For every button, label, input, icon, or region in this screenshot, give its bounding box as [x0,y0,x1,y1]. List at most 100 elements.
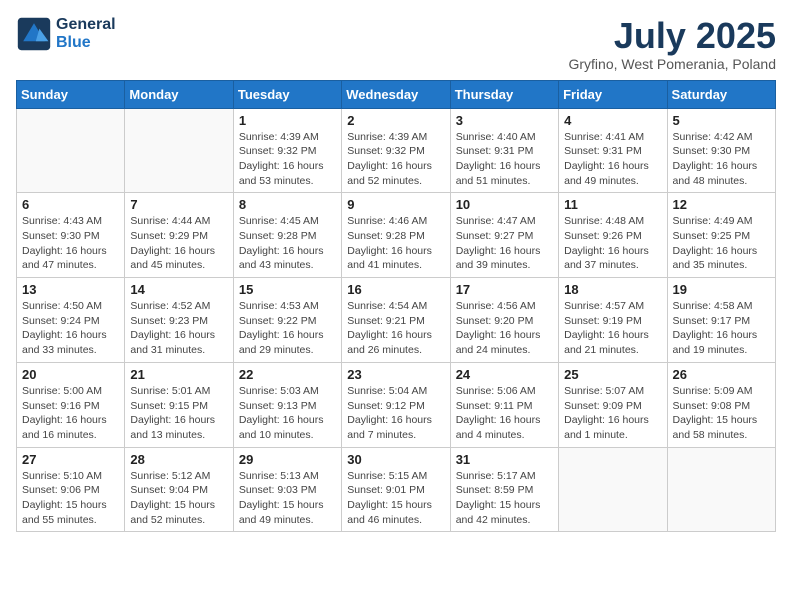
calendar-cell: 8Sunrise: 4:45 AM Sunset: 9:28 PM Daylig… [233,193,341,278]
logo-text: General Blue [56,16,116,52]
day-number: 18 [564,282,661,297]
day-number: 23 [347,367,444,382]
day-number: 8 [239,197,336,212]
calendar-cell [667,447,775,532]
calendar-cell: 13 Sunrise: 4:50 AM Sunset: 9:24 PM Dayli… [17,278,125,363]
day-number: 13 [22,282,119,297]
day-info: Sunrise: 5:04 AM Sunset: 9:12 PM Dayligh… [347,384,444,443]
day-info: Sunrise: 4:40 AM Sunset: 9:31 PM Dayligh… [456,130,553,189]
day-number: 12 [673,197,770,212]
calendar-cell: 23 Sunrise: 5:04 AM Sunset: 9:12 PM Dayli… [342,362,450,447]
calendar-cell [125,108,233,193]
calendar-cell: 11 Sunrise: 4:48 AM Sunset: 9:26 PM Dayli… [559,193,667,278]
day-info: Sunrise: 4:43 AM Sunset: 9:30 PM Dayligh… [22,214,119,273]
day-number: 21 [130,367,227,382]
calendar-cell: 31 Sunrise: 5:17 AM Sunset: 8:59 PM Dayli… [450,447,558,532]
day-info: Sunrise: 5:10 AM Sunset: 9:06 PM Dayligh… [22,469,119,528]
calendar-cell: 12 Sunrise: 4:49 AM Sunset: 9:25 PM Dayli… [667,193,775,278]
day-header: Tuesday [233,80,341,108]
calendar-cell: 17 Sunrise: 4:56 AM Sunset: 9:20 PM Dayli… [450,278,558,363]
day-header: Wednesday [342,80,450,108]
day-number: 29 [239,452,336,467]
calendar-cell [17,108,125,193]
day-info: Sunrise: 4:54 AM Sunset: 9:21 PM Dayligh… [347,299,444,358]
calendar-cell: 26Sunrise: 5:09 AM Sunset: 9:08 PM Dayli… [667,362,775,447]
day-number: 11 [564,197,661,212]
calendar-week-row: 6 Sunrise: 4:43 AM Sunset: 9:30 PM Daylig… [17,193,776,278]
location-subtitle: Gryfino, West Pomerania, Poland [568,56,776,72]
day-info: Sunrise: 4:56 AM Sunset: 9:20 PM Dayligh… [456,299,553,358]
day-info: Sunrise: 5:09 AM Sunset: 9:08 PM Dayligh… [673,384,770,443]
calendar-cell: 16 Sunrise: 4:54 AM Sunset: 9:21 PM Dayli… [342,278,450,363]
calendar-cell: 3 Sunrise: 4:40 AM Sunset: 9:31 PM Daylig… [450,108,558,193]
day-number: 15 [239,282,336,297]
calendar-cell: 22 Sunrise: 5:03 AM Sunset: 9:13 PM Dayli… [233,362,341,447]
title-block: July 2025 Gryfino, West Pomerania, Polan… [568,16,776,72]
calendar-table: SundayMondayTuesdayWednesdayThursdayFrid… [16,80,776,533]
day-info: Sunrise: 4:47 AM Sunset: 9:27 PM Dayligh… [456,214,553,273]
day-number: 16 [347,282,444,297]
day-info: Sunrise: 4:48 AM Sunset: 9:26 PM Dayligh… [564,214,661,273]
day-number: 22 [239,367,336,382]
day-info: Sunrise: 5:03 AM Sunset: 9:13 PM Dayligh… [239,384,336,443]
day-number: 3 [456,113,553,128]
calendar-cell: 15 Sunrise: 4:53 AM Sunset: 9:22 PM Dayli… [233,278,341,363]
day-number: 6 [22,197,119,212]
day-info: Sunrise: 5:00 AM Sunset: 9:16 PM Dayligh… [22,384,119,443]
day-number: 28 [130,452,227,467]
day-number: 19 [673,282,770,297]
calendar-cell: 27 Sunrise: 5:10 AM Sunset: 9:06 PM Dayli… [17,447,125,532]
day-info: Sunrise: 4:58 AM Sunset: 9:17 PM Dayligh… [673,299,770,358]
day-info: Sunrise: 4:52 AM Sunset: 9:23 PM Dayligh… [130,299,227,358]
day-number: 4 [564,113,661,128]
day-number: 31 [456,452,553,467]
day-header: Saturday [667,80,775,108]
day-info: Sunrise: 5:07 AM Sunset: 9:09 PM Dayligh… [564,384,661,443]
calendar-cell: 24 Sunrise: 5:06 AM Sunset: 9:11 PM Dayli… [450,362,558,447]
calendar-cell: 30Sunrise: 5:15 AM Sunset: 9:01 PM Dayli… [342,447,450,532]
calendar-cell: 1 Sunrise: 4:39 AM Sunset: 9:32 PM Daylig… [233,108,341,193]
day-info: Sunrise: 4:57 AM Sunset: 9:19 PM Dayligh… [564,299,661,358]
day-info: Sunrise: 4:41 AM Sunset: 9:31 PM Dayligh… [564,130,661,189]
day-number: 17 [456,282,553,297]
day-info: Sunrise: 5:06 AM Sunset: 9:11 PM Dayligh… [456,384,553,443]
logo: General Blue [16,16,116,52]
day-info: Sunrise: 5:12 AM Sunset: 9:04 PM Dayligh… [130,469,227,528]
day-number: 10 [456,197,553,212]
calendar-cell: 20 Sunrise: 5:00 AM Sunset: 9:16 PM Dayli… [17,362,125,447]
day-number: 9 [347,197,444,212]
day-info: Sunrise: 4:46 AM Sunset: 9:28 PM Dayligh… [347,214,444,273]
day-info: Sunrise: 5:17 AM Sunset: 8:59 PM Dayligh… [456,469,553,528]
calendar-cell: 19 Sunrise: 4:58 AM Sunset: 9:17 PM Dayli… [667,278,775,363]
day-number: 2 [347,113,444,128]
day-info: Sunrise: 5:13 AM Sunset: 9:03 PM Dayligh… [239,469,336,528]
day-number: 30 [347,452,444,467]
calendar-header-row: SundayMondayTuesdayWednesdayThursdayFrid… [17,80,776,108]
calendar-week-row: 1 Sunrise: 4:39 AM Sunset: 9:32 PM Daylig… [17,108,776,193]
day-number: 20 [22,367,119,382]
day-number: 27 [22,452,119,467]
day-number: 24 [456,367,553,382]
day-info: Sunrise: 4:53 AM Sunset: 9:22 PM Dayligh… [239,299,336,358]
day-info: Sunrise: 4:42 AM Sunset: 9:30 PM Dayligh… [673,130,770,189]
month-title: July 2025 [568,16,776,56]
calendar-cell: 10 Sunrise: 4:47 AM Sunset: 9:27 PM Dayli… [450,193,558,278]
day-number: 1 [239,113,336,128]
calendar-cell: 28 Sunrise: 5:12 AM Sunset: 9:04 PM Dayli… [125,447,233,532]
calendar-cell: 29 Sunrise: 5:13 AM Sunset: 9:03 PM Dayli… [233,447,341,532]
day-number: 25 [564,367,661,382]
day-number: 5 [673,113,770,128]
day-info: Sunrise: 4:49 AM Sunset: 9:25 PM Dayligh… [673,214,770,273]
calendar-cell: 9 Sunrise: 4:46 AM Sunset: 9:28 PM Daylig… [342,193,450,278]
day-number: 14 [130,282,227,297]
day-info: Sunrise: 4:39 AM Sunset: 9:32 PM Dayligh… [239,130,336,189]
calendar-cell: 25 Sunrise: 5:07 AM Sunset: 9:09 PM Dayli… [559,362,667,447]
calendar-week-row: 27 Sunrise: 5:10 AM Sunset: 9:06 PM Dayli… [17,447,776,532]
calendar-cell: 7Sunrise: 4:44 AM Sunset: 9:29 PM Daylig… [125,193,233,278]
calendar-week-row: 13 Sunrise: 4:50 AM Sunset: 9:24 PM Dayli… [17,278,776,363]
calendar-cell: 6 Sunrise: 4:43 AM Sunset: 9:30 PM Daylig… [17,193,125,278]
day-info: Sunrise: 5:01 AM Sunset: 9:15 PM Dayligh… [130,384,227,443]
calendar-cell [559,447,667,532]
day-header: Monday [125,80,233,108]
day-info: Sunrise: 4:50 AM Sunset: 9:24 PM Dayligh… [22,299,119,358]
